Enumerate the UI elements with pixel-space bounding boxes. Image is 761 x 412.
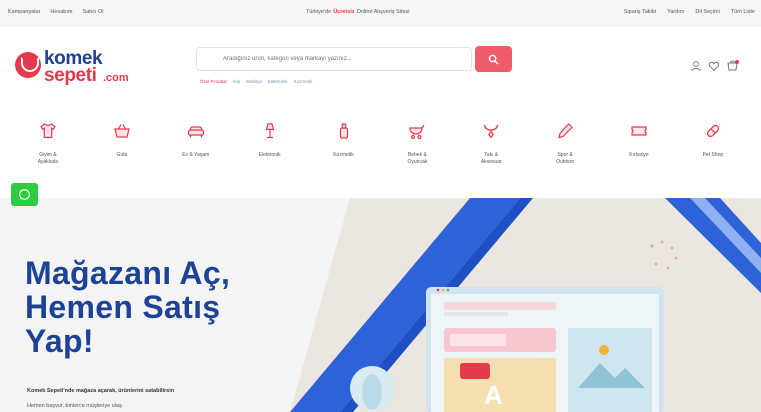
category-label: Spor & Outdoor xyxy=(556,152,575,166)
quick-tag[interactable]: Kozmetik xyxy=(294,79,313,84)
header-actions xyxy=(690,59,739,72)
top-bar-left-links: Kampanyalar Hesabım Satıcı Ol xyxy=(8,9,104,15)
perfume-icon xyxy=(333,120,355,142)
hero-title-line: Yap! xyxy=(25,323,94,359)
top-link-order-tracking[interactable]: Sipariş Takibi xyxy=(624,9,656,15)
quick-search-tags: Özel Fırsatlar Kişi Mobilya Elektronik K… xyxy=(200,79,312,84)
shopping-basket-icon xyxy=(111,120,133,142)
logo-mark-icon xyxy=(15,52,41,78)
svg-text:A: A xyxy=(484,380,503,410)
pen-icon xyxy=(554,120,576,142)
logo-tld: .com xyxy=(103,72,129,84)
category-label: Kozmetik xyxy=(333,152,354,158)
category-bar: Giyim & Ayakkabı Gıda Ev & Yaşam Elektro… xyxy=(17,120,744,195)
stroller-icon xyxy=(406,120,428,142)
category-label: Giyim & Ayakkabı xyxy=(37,152,59,166)
category-label: Pet Shop xyxy=(702,152,724,158)
hero-subtitle: Komek Sepeti'nde mağaza açarak, ürünleri… xyxy=(27,388,175,394)
hero-description: Hemen başvur, binlerce müşteriye ulaş. xyxy=(27,403,124,409)
category-item[interactable]: Elektronik xyxy=(239,120,301,195)
hero-banner[interactable]: A Mağazanı Aç, Hemen Satış Yap! Komek Se… xyxy=(0,198,761,412)
hero-title-line: Mağazanı Aç, xyxy=(25,255,231,291)
search-icon xyxy=(488,54,499,64)
heart-icon[interactable] xyxy=(708,60,720,72)
category-item[interactable]: Takı & Aksesuar xyxy=(460,120,522,195)
category-item[interactable]: Ev & Yaşam xyxy=(165,120,227,195)
category-item[interactable]: Pet Shop xyxy=(682,120,744,195)
category-label: Elektronik xyxy=(258,152,281,158)
necklace-icon xyxy=(480,120,502,142)
logo-word-2: sepeti xyxy=(44,65,97,86)
top-link-become-seller[interactable]: Satıcı Ol xyxy=(82,9,103,15)
sofa-icon xyxy=(185,120,207,142)
quick-tag[interactable]: Özel Fırsatlar xyxy=(200,79,227,84)
ticket-icon xyxy=(628,120,650,142)
top-link-language[interactable]: Dil Seçimi xyxy=(695,9,719,15)
site-header: komek sepeti .com Özel Fırsatlar Kişi Mo… xyxy=(0,26,761,110)
category-label: Bebek & Oyuncak xyxy=(407,152,428,166)
quick-tag[interactable]: Mobilya xyxy=(246,79,262,84)
category-item[interactable]: Kırtasiye xyxy=(608,120,670,195)
top-bar: Kampanyalar Hesabım Satıcı Ol Türkiye'de… xyxy=(0,0,761,26)
top-bar-right-links: Sipariş Takibi Yardım Dil Seçimi Tüm Lis… xyxy=(624,9,755,15)
top-link-all-list[interactable]: Tüm Liste xyxy=(731,9,755,15)
category-label: Takı & Aksesuar xyxy=(480,152,502,166)
category-item[interactable]: Kozmetik xyxy=(313,120,375,195)
top-link-campaigns[interactable]: Kampanyalar xyxy=(8,9,40,15)
whatsapp-icon xyxy=(19,189,30,200)
lamp-icon xyxy=(259,120,281,142)
category-item[interactable]: Bebek & Oyuncak xyxy=(386,120,448,195)
top-link-help[interactable]: Yardım xyxy=(667,9,684,15)
hero-title-line: Hemen Satış xyxy=(25,289,221,325)
category-label: Kırtasiye xyxy=(629,152,649,158)
category-label: Ev & Yaşam xyxy=(182,152,210,158)
top-bar-announcement: Türkiye'de Ücretsiz Online Alışveriş Sit… xyxy=(306,9,410,15)
cart-icon[interactable] xyxy=(726,59,739,72)
site-logo[interactable]: komek sepeti .com xyxy=(15,48,145,90)
quick-tag[interactable]: Kişi xyxy=(233,79,240,84)
announcement-highlight: Ücretsiz xyxy=(333,9,355,15)
announcement-part-3: Online Alışveriş Sitesi xyxy=(356,9,410,15)
tshirt-icon xyxy=(37,120,59,142)
search-input[interactable] xyxy=(196,47,472,71)
category-item[interactable]: Gıda xyxy=(91,120,153,195)
top-link-account[interactable]: Hesabım xyxy=(50,9,72,15)
category-item[interactable]: Spor & Outdoor xyxy=(534,120,596,195)
hero-title: Mağazanı Aç, Hemen Satış Yap! xyxy=(25,256,230,358)
whatsapp-button[interactable] xyxy=(11,183,38,206)
user-icon[interactable] xyxy=(690,60,702,72)
category-label: Gıda xyxy=(116,152,128,158)
search-button[interactable] xyxy=(475,46,512,72)
announcement-part-1: Türkiye'de xyxy=(306,9,332,15)
quick-tag[interactable]: Elektronik xyxy=(268,79,288,84)
pill-icon xyxy=(702,120,724,142)
